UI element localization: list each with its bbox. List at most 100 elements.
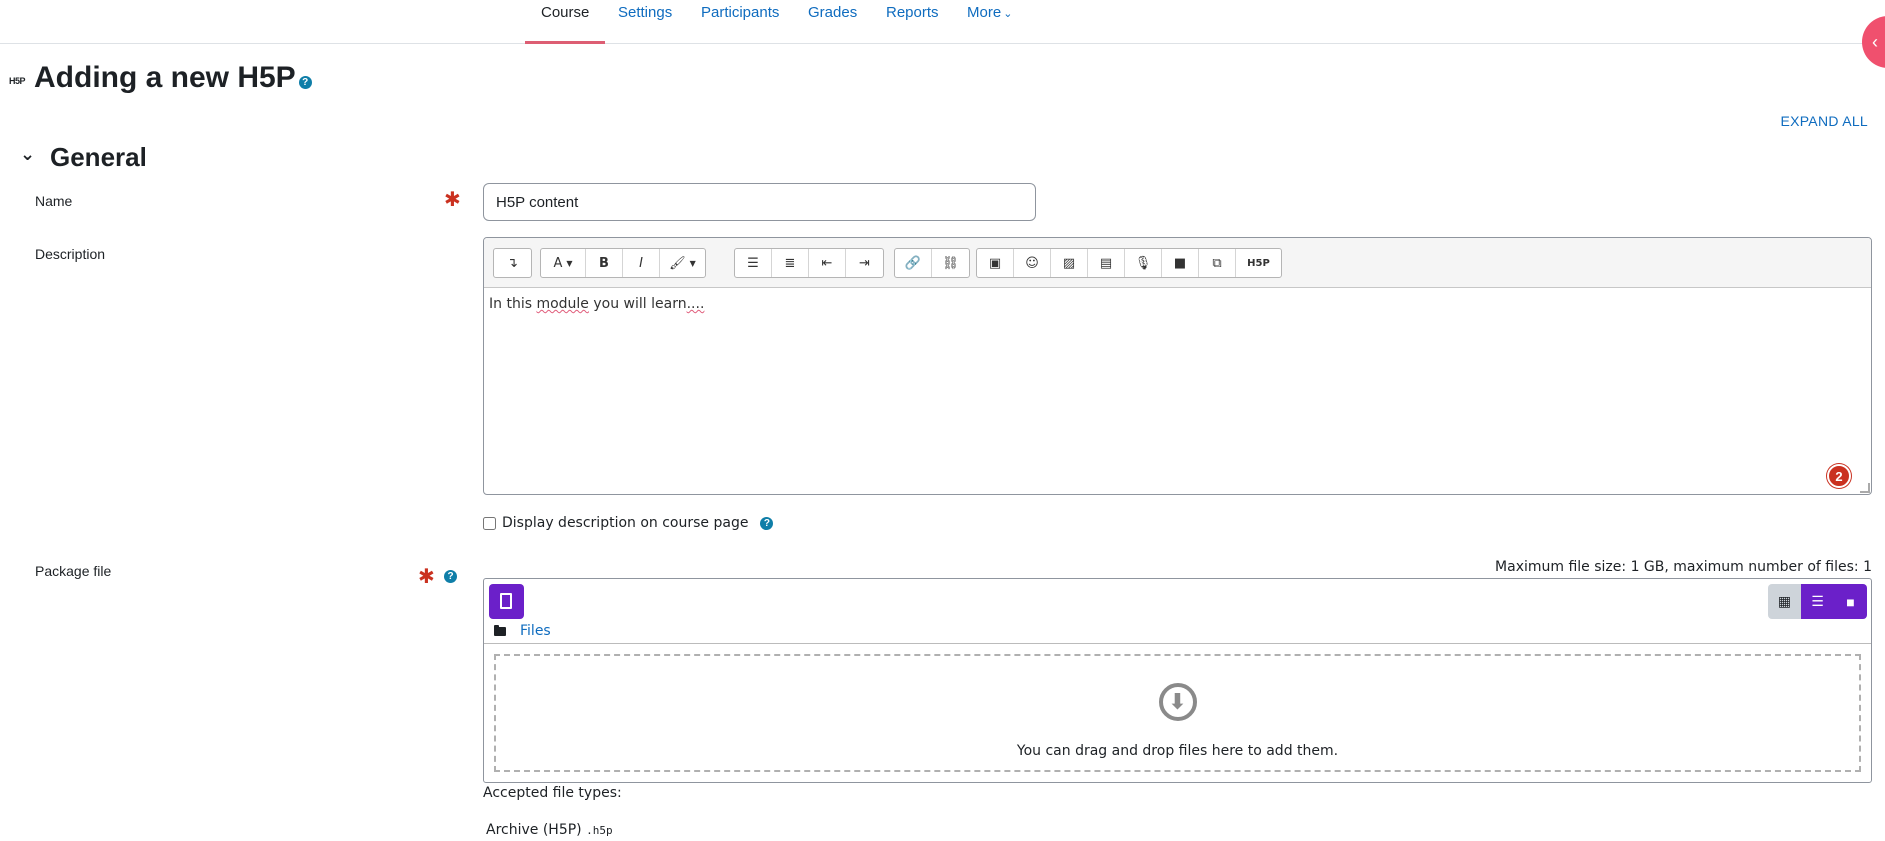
file-path-bar: Files bbox=[494, 623, 551, 639]
microphone-icon: 🎙 bbox=[1134, 255, 1152, 271]
h5p-icon: H5P bbox=[9, 76, 26, 86]
secondary-navigation: Course Settings Participants Grades Repo… bbox=[0, 0, 1885, 44]
accepted-type-extension: .h5p bbox=[586, 824, 613, 837]
notification-badge[interactable]: 2 bbox=[1827, 464, 1851, 488]
content-text: you will bbox=[593, 296, 647, 312]
tab-more-label: More bbox=[967, 4, 1002, 21]
page-title: Adding a new H5P? bbox=[34, 58, 312, 98]
content-text: .... bbox=[686, 296, 705, 312]
description-content[interactable]: In this module you will learn.... bbox=[484, 288, 1871, 320]
help-icon[interactable]: ? bbox=[760, 516, 774, 530]
indent-button[interactable]: ⇥ bbox=[846, 249, 883, 277]
folder-icon bbox=[494, 624, 506, 636]
outdent-icon: ⇤ bbox=[821, 255, 833, 271]
arrow-down-icon: ↴ bbox=[507, 255, 518, 271]
insert-media-button[interactable]: ▤ bbox=[1088, 249, 1125, 277]
page-title-text: Adding a new H5P bbox=[34, 61, 296, 94]
manage-files-button[interactable]: ⧉ bbox=[1199, 249, 1236, 277]
paste-word-button[interactable]: ▣ bbox=[977, 249, 1014, 277]
outdent-button[interactable]: ⇤ bbox=[809, 249, 846, 277]
view-list-button[interactable]: ☰ bbox=[1801, 584, 1834, 619]
file-dropzone[interactable]: ⬇ You can drag and drop files here to ad… bbox=[494, 654, 1861, 772]
font-style-button[interactable]: A ▼ bbox=[541, 249, 586, 277]
record-video-button[interactable]: ■ bbox=[1162, 249, 1199, 277]
folder-icon: ■ bbox=[1846, 593, 1855, 610]
required-icon: ✱ bbox=[418, 566, 435, 588]
toolbar-group-links: 🔗 ⛓ bbox=[894, 248, 970, 278]
name-label: Name bbox=[35, 193, 73, 209]
display-description-row: Display description on course page ? bbox=[483, 515, 774, 531]
text-color-button[interactable]: 🖌 ▼ bbox=[660, 249, 705, 277]
grid-icon: ▦ bbox=[1777, 593, 1792, 609]
accepted-type-item: Archive (H5P) .h5p bbox=[486, 822, 613, 838]
caret-down-icon: ▼ bbox=[566, 258, 573, 268]
italic-button[interactable]: I bbox=[623, 249, 660, 277]
smiley-icon: ☺ bbox=[1025, 255, 1039, 271]
help-icon[interactable]: ? bbox=[444, 570, 457, 583]
view-icons-button[interactable]: ▦ bbox=[1768, 584, 1801, 619]
display-description-checkbox[interactable] bbox=[483, 516, 496, 530]
chevron-down-icon[interactable]: ⌄ bbox=[20, 144, 35, 165]
description-label: Description bbox=[35, 246, 106, 262]
link-icon: 🔗 bbox=[904, 255, 922, 271]
accepted-types-label: Accepted file types: bbox=[483, 785, 622, 801]
description-editor: ↴ A ▼ B I 🖌 ▼ ☰ ≣ ⇤ ⇥ 🔗 ⛓ ▣ ☺ ▨ ▤ 🎙 ■ ⧉ H5… bbox=[483, 237, 1872, 495]
list-ul-icon: ☰ bbox=[747, 255, 759, 271]
dropzone-text: You can drag and drop files here to add … bbox=[1016, 743, 1339, 759]
accepted-type-name: Archive (H5P) bbox=[486, 822, 582, 838]
emoticon-button[interactable]: ☺ bbox=[1014, 249, 1051, 277]
tab-participants[interactable]: Participants bbox=[685, 0, 795, 44]
word-icon: ▣ bbox=[988, 255, 1002, 271]
tab-more[interactable]: More ⌄ bbox=[951, 0, 1028, 44]
brush-icon: 🖌 bbox=[669, 255, 686, 271]
image-icon: ▨ bbox=[1062, 255, 1076, 271]
list-icon: ☰ bbox=[1811, 593, 1824, 609]
link-button[interactable]: 🔗 bbox=[895, 249, 932, 277]
unlink-icon: ⛓ bbox=[942, 255, 959, 271]
add-file-button[interactable] bbox=[489, 584, 524, 619]
unordered-list-button[interactable]: ☰ bbox=[735, 249, 772, 277]
video-camera-icon: ■ bbox=[1173, 255, 1187, 271]
tab-course-label: Course bbox=[541, 4, 590, 21]
tab-settings[interactable]: Settings bbox=[602, 0, 688, 44]
insert-h5p-button[interactable]: H5P bbox=[1236, 249, 1281, 277]
required-icon: ✱ bbox=[444, 189, 461, 211]
download-arrow-icon: ⬇ bbox=[1158, 683, 1197, 721]
record-audio-button[interactable]: 🎙 bbox=[1125, 249, 1162, 277]
bold-icon: B bbox=[599, 255, 609, 271]
toolbar-group-insert: ▣ ☺ ▨ ▤ 🎙 ■ ⧉ H5P bbox=[976, 248, 1282, 278]
ordered-list-button[interactable]: ≣ bbox=[772, 249, 809, 277]
tab-course[interactable]: Course bbox=[525, 0, 606, 44]
insert-image-button[interactable]: ▨ bbox=[1051, 249, 1088, 277]
help-icon[interactable]: ? bbox=[298, 76, 312, 89]
editor-toolbar: ↴ A ▼ B I 🖌 ▼ ☰ ≣ ⇤ ⇥ 🔗 ⛓ ▣ ☺ ▨ ▤ 🎙 ■ ⧉ H5… bbox=[484, 238, 1871, 288]
media-icon: ▤ bbox=[1099, 255, 1113, 271]
bold-button[interactable]: B bbox=[586, 249, 623, 277]
name-input[interactable] bbox=[483, 183, 1036, 221]
content-text: In this bbox=[489, 296, 532, 312]
view-tree-button[interactable]: ■ bbox=[1834, 584, 1867, 619]
copy-icon: ⧉ bbox=[1212, 255, 1222, 271]
tab-grades-label: Grades bbox=[808, 4, 858, 21]
content-text: module bbox=[536, 296, 589, 312]
divider bbox=[484, 643, 1871, 644]
files-path-link[interactable]: Files bbox=[520, 623, 551, 639]
section-title-general[interactable]: General bbox=[50, 141, 147, 173]
chevron-down-icon: ⌄ bbox=[1003, 8, 1013, 20]
toolbar-group-collapse: ↴ bbox=[493, 248, 532, 278]
toolbar-group-lists: ☰ ≣ ⇤ ⇥ bbox=[734, 248, 884, 278]
view-switcher: ▦ ☰ ■ bbox=[1768, 584, 1867, 619]
resize-handle[interactable] bbox=[1860, 483, 1870, 493]
tab-settings-label: Settings bbox=[618, 4, 673, 21]
list-ol-icon: ≣ bbox=[784, 255, 796, 271]
expand-all-link[interactable]: EXPAND ALL bbox=[1780, 113, 1868, 129]
tab-grades[interactable]: Grades bbox=[792, 0, 873, 44]
collapse-toolbar-button[interactable]: ↴ bbox=[494, 249, 531, 277]
display-description-label[interactable]: Display description on course page bbox=[502, 515, 748, 531]
caret-down-icon: ▼ bbox=[689, 258, 696, 268]
content-text: learn bbox=[651, 296, 687, 312]
unlink-button[interactable]: ⛓ bbox=[932, 249, 969, 277]
toolbar-group-style: A ▼ B I 🖌 ▼ bbox=[540, 248, 706, 278]
indent-icon: ⇥ bbox=[859, 255, 870, 271]
tab-reports[interactable]: Reports bbox=[870, 0, 955, 44]
